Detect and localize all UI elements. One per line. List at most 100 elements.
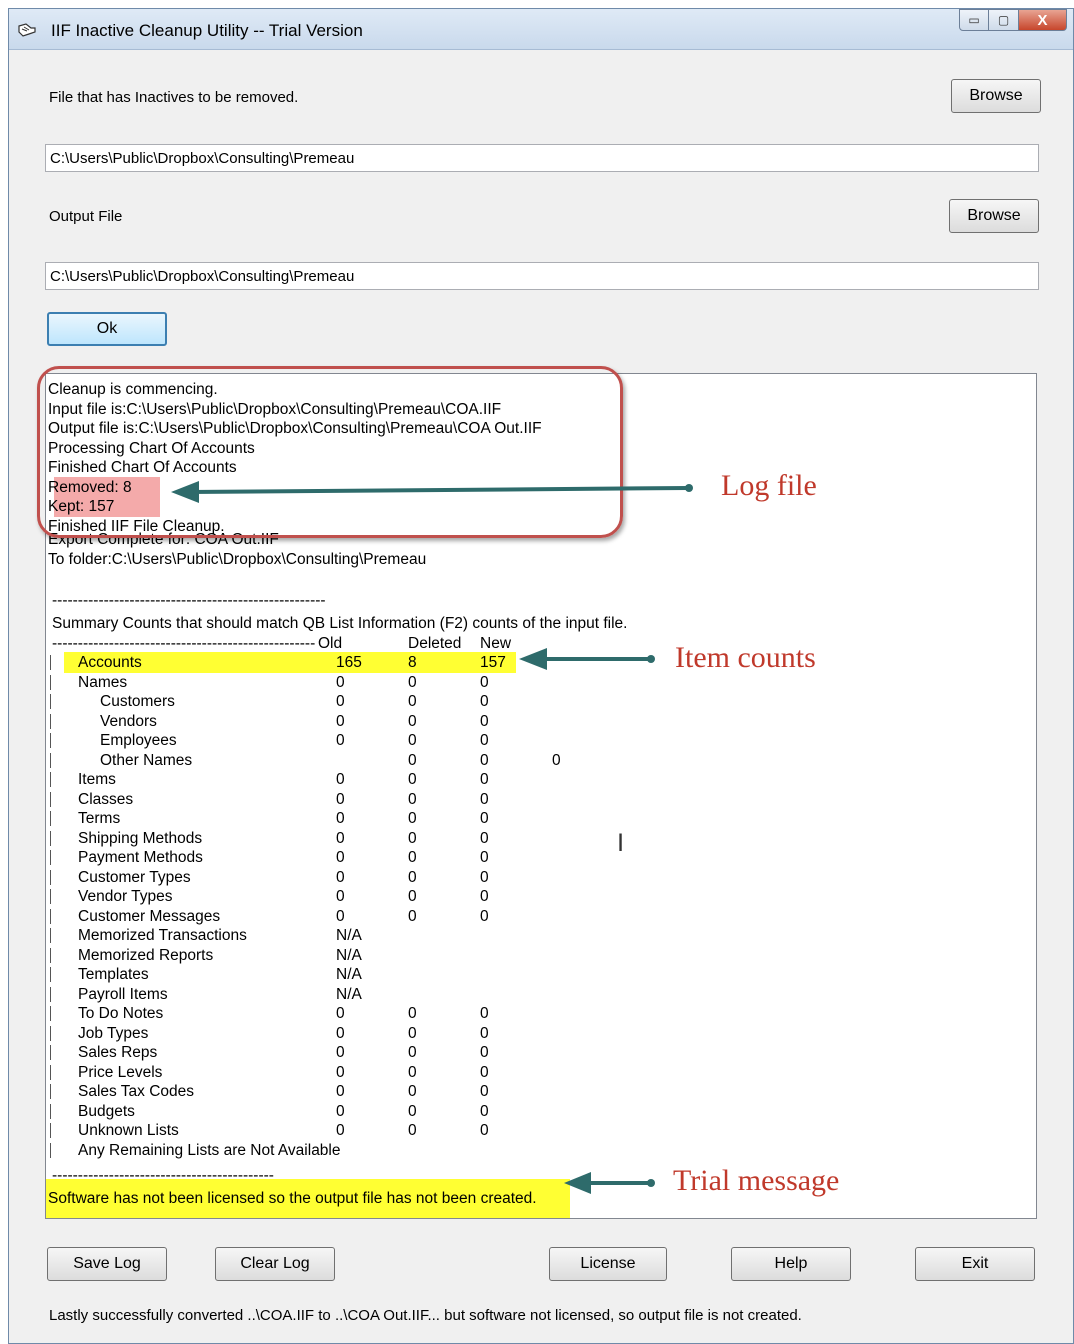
count-row-new: 0 bbox=[480, 732, 489, 749]
count-row-new: 0 bbox=[480, 751, 489, 769]
close-button[interactable]: X bbox=[1019, 9, 1067, 31]
count-row-old: 0 bbox=[336, 1063, 345, 1081]
row-bar bbox=[50, 947, 51, 963]
exit-button[interactable]: Exit bbox=[915, 1247, 1035, 1281]
count-row-old: 0 bbox=[336, 771, 345, 788]
count-row-new: 0 bbox=[480, 1024, 489, 1042]
count-row-new: 0 bbox=[480, 693, 489, 710]
count-row-name: Accounts bbox=[78, 654, 142, 671]
summary-title: Summary Counts that should match QB List… bbox=[52, 615, 628, 632]
row-bar bbox=[50, 928, 51, 943]
count-row-name: Other Names bbox=[100, 751, 193, 769]
count-row-name: Shipping Methods bbox=[78, 829, 203, 847]
count-row-old: 165 bbox=[336, 654, 362, 671]
text-cursor-icon: I bbox=[617, 829, 625, 857]
clear-log-button[interactable]: Clear Log bbox=[215, 1247, 335, 1281]
column-header-deleted: Deleted bbox=[408, 634, 462, 652]
license-button[interactable]: License bbox=[549, 1247, 667, 1281]
column-header-new: New bbox=[480, 634, 512, 652]
count-row-new: 0 bbox=[480, 1083, 489, 1100]
count-row-name: Employees bbox=[100, 732, 177, 749]
maximize-button[interactable]: ▢ bbox=[989, 9, 1019, 31]
count-row-deleted: 0 bbox=[408, 790, 417, 808]
row-bar bbox=[50, 1006, 51, 1021]
save-log-button[interactable]: Save Log bbox=[47, 1247, 167, 1281]
row-bar bbox=[50, 1025, 51, 1041]
row-bar bbox=[50, 908, 51, 924]
count-row-deleted: 0 bbox=[408, 771, 417, 788]
row-bar bbox=[50, 967, 51, 982]
count-row-name: Terms bbox=[78, 810, 121, 827]
help-button[interactable]: Help bbox=[731, 1247, 851, 1281]
count-row-new: 0 bbox=[480, 1063, 489, 1081]
count-row-deleted: 0 bbox=[408, 1122, 417, 1139]
count-row-deleted: 0 bbox=[408, 673, 417, 691]
output-browse-button[interactable]: Browse bbox=[949, 199, 1039, 233]
count-row-name: Customers bbox=[100, 693, 175, 710]
count-row-name: Customer Messages bbox=[78, 907, 221, 925]
count-row-new: 0 bbox=[480, 888, 489, 905]
count-row-new: 0 bbox=[480, 1122, 489, 1139]
count-row-old: 0 bbox=[336, 810, 345, 827]
count-row-old: 0 bbox=[336, 1083, 345, 1100]
count-row-deleted: 0 bbox=[408, 751, 417, 769]
column-header-dashes: ----------------------------------------… bbox=[52, 634, 316, 652]
count-row-name: To Do Notes bbox=[78, 1005, 164, 1022]
output-file-path[interactable]: C:\Users\Public\Dropbox\Consulting\Preme… bbox=[45, 262, 1039, 290]
count-row-name: Sales Tax Codes bbox=[78, 1083, 195, 1100]
input-file-path[interactable]: C:\Users\Public\Dropbox\Consulting\Preme… bbox=[45, 144, 1039, 172]
count-row-old: N/A bbox=[336, 966, 362, 983]
row-bar bbox=[50, 811, 51, 826]
row-bar bbox=[50, 850, 51, 865]
count-row-deleted: 0 bbox=[408, 849, 417, 866]
input-browse-button[interactable]: Browse bbox=[951, 79, 1041, 113]
count-row-new: 0 bbox=[480, 1102, 489, 1120]
count-row-old: 0 bbox=[336, 1005, 345, 1022]
log-file-highlight-box bbox=[37, 366, 623, 538]
count-row-new: 0 bbox=[480, 829, 489, 847]
count-row-new: 0 bbox=[480, 868, 489, 886]
count-row-old: 0 bbox=[336, 849, 345, 866]
count-row-deleted: 0 bbox=[408, 907, 417, 925]
count-row-old: 0 bbox=[336, 790, 345, 808]
count-row-old: 0 bbox=[336, 829, 345, 847]
minimize-button[interactable]: ▭ bbox=[959, 9, 989, 31]
count-row-old: 0 bbox=[336, 907, 345, 925]
input-file-label: File that has Inactives to be removed. bbox=[49, 89, 299, 106]
row-bar bbox=[50, 674, 51, 690]
count-row-new: 0 bbox=[480, 810, 489, 827]
count-row-deleted: 8 bbox=[408, 654, 417, 671]
count-row-old: 0 bbox=[336, 888, 345, 905]
app-window: IIF Inactive Cleanup Utility -- Trial Ve… bbox=[8, 8, 1074, 1344]
close-icon: X bbox=[1037, 11, 1048, 29]
row-bar bbox=[50, 830, 51, 846]
count-row-old: N/A bbox=[336, 927, 362, 944]
row-bar bbox=[50, 1084, 51, 1099]
count-row-deleted: 0 bbox=[408, 888, 417, 905]
count-row-deleted: 0 bbox=[408, 712, 417, 730]
count-row-name: Vendors bbox=[100, 712, 157, 730]
output-file-label: Output File bbox=[49, 208, 123, 225]
count-row-deleted: 0 bbox=[408, 810, 417, 827]
count-row-name: Job Types bbox=[78, 1024, 149, 1042]
count-row-deleted: 0 bbox=[408, 732, 417, 749]
count-row-old: N/A bbox=[336, 946, 362, 964]
count-row-old: 0 bbox=[336, 712, 345, 730]
count-row-deleted: 0 bbox=[408, 868, 417, 886]
row-bar bbox=[50, 772, 51, 787]
count-row-new: 0 bbox=[480, 712, 489, 730]
ok-button[interactable]: Ok bbox=[47, 312, 167, 346]
count-row-deleted: 0 bbox=[408, 1005, 417, 1022]
app-icon bbox=[18, 23, 36, 37]
count-row-new: 0 bbox=[480, 790, 489, 808]
window-title: IIF Inactive Cleanup Utility -- Trial Ve… bbox=[51, 21, 363, 40]
count-row-deleted: 0 bbox=[408, 1102, 417, 1120]
minimize-icon: ▭ bbox=[968, 13, 980, 27]
row-bar bbox=[50, 713, 51, 729]
row-bar bbox=[50, 1123, 51, 1138]
count-row-new: 0 bbox=[480, 771, 489, 788]
row-bar bbox=[50, 986, 51, 1002]
count-row-name: Vendor Types bbox=[78, 888, 173, 905]
count-row-name: Items bbox=[78, 771, 116, 788]
count-row-new: 0 bbox=[480, 907, 489, 925]
